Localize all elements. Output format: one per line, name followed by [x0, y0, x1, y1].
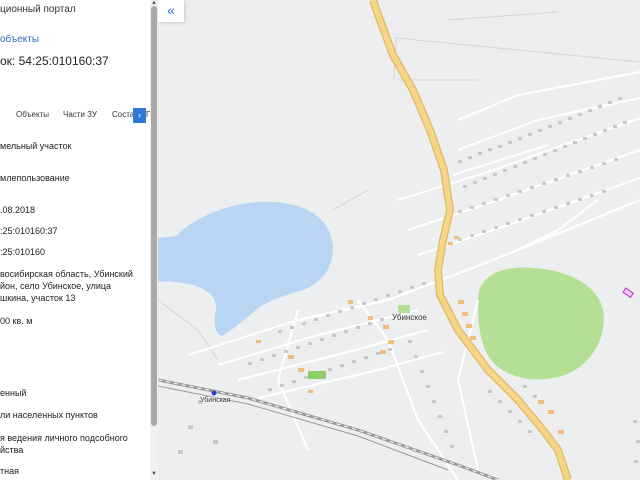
field-address-line-1: восибирская область, Убинский	[0, 269, 133, 279]
double-chevron-left-icon: «	[167, 2, 175, 18]
station-marker	[211, 390, 217, 396]
tab-objects[interactable]: Объекты	[16, 110, 49, 119]
field-status: енный	[0, 388, 27, 398]
tab-land-parts[interactable]: Части ЗУ	[63, 110, 97, 119]
field-land-category: ли населенных пунктов	[0, 410, 98, 420]
cadastral-number-title: ок: 54:25:010160:37	[0, 54, 109, 68]
map-canvas[interactable]	[158, 0, 640, 480]
field-area: 00 кв. м	[0, 316, 33, 326]
map-view[interactable]: Убинское Убинская	[158, 0, 640, 480]
field-cadastral-number: :25:010160:37	[0, 226, 58, 236]
info-sidebar: ционный портал объекты ок: 54:25:010160:…	[0, 0, 158, 480]
back-to-objects-link[interactable]: объекты	[0, 34, 39, 46]
tabs-next-button[interactable]: ›	[133, 108, 146, 123]
info-tabs: Объекты Части ЗУ Соста › Г	[0, 108, 152, 124]
field-object-kind: млепользование	[0, 173, 70, 183]
portal-title: ционный портал	[0, 4, 76, 15]
field-cadastral-quarter: :25:010160	[0, 247, 46, 257]
field-permitted-use-line-2: йства	[0, 445, 24, 455]
scrollbar-thumb[interactable]	[151, 6, 157, 426]
sidebar-scrollbar[interactable]: ▲ ▼	[150, 0, 158, 480]
field-address-line-2: йон, село Убинское, улица	[0, 281, 112, 291]
village-label: Убинское	[392, 313, 427, 322]
station-label: Убинская	[200, 397, 231, 404]
park-area	[308, 371, 326, 379]
tab-composition[interactable]: Соста	[112, 110, 134, 119]
collapse-panel-button[interactable]: «	[158, 0, 184, 22]
field-address-line-3: шкина, участок 13	[0, 293, 76, 303]
field-permitted-use-line-1: я ведения личного подсобного	[0, 433, 128, 443]
scroll-down-arrow-icon[interactable]: ▼	[150, 471, 158, 477]
field-object-type: мельный участок	[0, 141, 72, 151]
field-form: тная	[0, 466, 19, 476]
field-date: .08.2018	[0, 205, 36, 215]
